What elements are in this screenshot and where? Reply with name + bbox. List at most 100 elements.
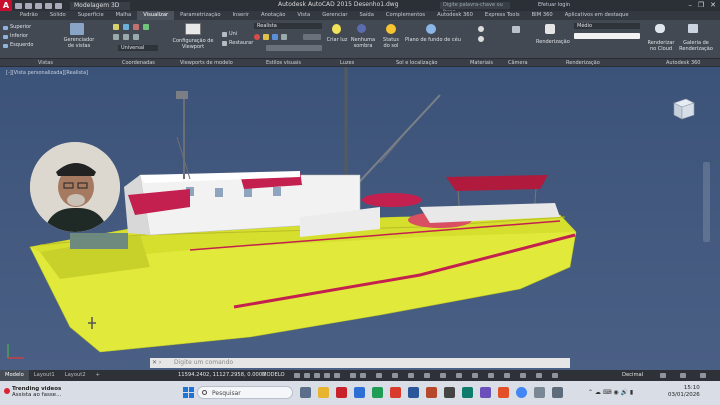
- recorder-icon[interactable]: [390, 387, 401, 398]
- edge-icon[interactable]: [354, 387, 365, 398]
- tab-vista[interactable]: Vista: [291, 11, 316, 20]
- tab-aplicativos-em-destaque[interactable]: Aplicativos em destaque: [559, 11, 635, 20]
- store-icon[interactable]: [552, 387, 563, 398]
- annotation-visibility-icon[interactable]: [488, 373, 494, 378]
- render-preset-field[interactable]: [574, 33, 640, 39]
- taskbar-search-input[interactable]: Pesquisar: [197, 386, 293, 399]
- powerpoint-icon[interactable]: [426, 387, 437, 398]
- view-top-item[interactable]: Superior: [10, 24, 31, 30]
- restore-viewport-button[interactable]: Restaurar: [229, 40, 253, 46]
- ship-model[interactable]: [0, 67, 720, 370]
- workspace-dropdown[interactable]: Modelagem 3D: [70, 1, 130, 10]
- cloud-icon[interactable]: [655, 24, 665, 33]
- sun-status-button[interactable]: Status do sol: [380, 37, 402, 49]
- undo-icon[interactable]: [45, 2, 52, 9]
- render-quality-dropdown[interactable]: Médio: [574, 23, 640, 29]
- model-viewport[interactable]: [-][Vista personalizada][Realista] ✕ › D…: [0, 67, 720, 370]
- ucs-icon[interactable]: [113, 24, 119, 30]
- create-light-button[interactable]: Criar luz: [326, 37, 348, 43]
- new-file-icon[interactable]: [15, 2, 22, 9]
- join-viewport-button[interactable]: Uni: [229, 31, 237, 37]
- model-space-toggle[interactable]: MODELO: [262, 370, 285, 381]
- command-input[interactable]: Digite um comando: [150, 358, 570, 368]
- tab-superf-cie[interactable]: Superfície: [72, 11, 110, 20]
- tab-visualizar[interactable]: Visualizar: [137, 11, 175, 20]
- 3d-osnap-icon[interactable]: [408, 373, 414, 378]
- annotation-icon[interactable]: [440, 373, 446, 378]
- panel-label-materials[interactable]: Materiais: [470, 59, 493, 67]
- task-view-icon[interactable]: [300, 387, 311, 398]
- join-viewport-icon[interactable]: [222, 32, 227, 37]
- trending-icon[interactable]: [4, 388, 10, 394]
- save-icon[interactable]: [35, 2, 42, 9]
- viewport-config-icon[interactable]: [185, 23, 201, 35]
- tab-gerenciar[interactable]: Gerenciar: [316, 11, 353, 20]
- materials-attach-icon[interactable]: [478, 36, 484, 42]
- ucs-origin-icon[interactable]: [113, 34, 119, 40]
- tab-express-tools[interactable]: Express Tools: [479, 11, 526, 20]
- autocad-logo[interactable]: A: [0, 0, 12, 11]
- render-cloud-button[interactable]: Renderizar no Cloud: [646, 40, 676, 52]
- windows-start-icon[interactable]: [183, 387, 194, 398]
- no-shadow-button[interactable]: Nenhuma sombra: [350, 37, 376, 49]
- auto-scale-icon[interactable]: [504, 373, 510, 378]
- viewcube[interactable]: [668, 95, 698, 121]
- units-dropdown[interactable]: Decimal: [622, 370, 643, 381]
- ucs-view-icon[interactable]: [123, 34, 129, 40]
- visual-style-dropdown[interactable]: Realista: [254, 23, 322, 29]
- panel-label-sun[interactable]: Sol e localização: [396, 59, 437, 67]
- tab-padr-o[interactable]: Padrão: [14, 11, 44, 20]
- annotation-scale-icon[interactable]: [472, 373, 478, 378]
- chrome-icon[interactable]: [516, 387, 527, 398]
- panel-label-visual-styles[interactable]: Estilos visuais: [266, 59, 301, 67]
- ucs-y-icon[interactable]: [143, 24, 149, 30]
- ortho-icon[interactable]: [314, 373, 320, 378]
- browser-icon[interactable]: [498, 387, 509, 398]
- view-left-item[interactable]: Esquerdo: [10, 42, 33, 48]
- settings-icon[interactable]: [534, 387, 545, 398]
- panel-label-lights[interactable]: Luzes: [340, 59, 354, 67]
- sky-background-icon[interactable]: [426, 24, 436, 34]
- selection-cycling-icon[interactable]: [392, 373, 398, 378]
- panel-label-views[interactable]: Vistas: [38, 59, 53, 67]
- tab-autodesk-360[interactable]: Autodesk 360: [431, 11, 479, 20]
- lineweight-icon[interactable]: [360, 373, 366, 378]
- navigation-bar[interactable]: [703, 162, 710, 242]
- shadow-display-icon[interactable]: [281, 34, 287, 40]
- tab-sa-da[interactable]: Saída: [354, 11, 380, 20]
- workspace-icon[interactable]: [456, 373, 462, 378]
- camera-icon[interactable]: [512, 26, 520, 33]
- sky-background-button[interactable]: Plano de fundo de céu: [404, 37, 462, 43]
- grid-icon[interactable]: [294, 373, 300, 378]
- render-teapot-icon[interactable]: [545, 24, 555, 34]
- panel-label-coordinates[interactable]: Coordenadas: [122, 59, 155, 67]
- tab-parametriza-o[interactable]: Parametrização: [174, 11, 226, 20]
- view-manager-icon[interactable]: [70, 23, 84, 35]
- close-button[interactable]: ✕: [710, 1, 716, 9]
- maximize-button[interactable]: ❐: [698, 1, 704, 9]
- viewport-config-button[interactable]: Configuração de Viewport: [168, 38, 218, 50]
- tab-anota-o[interactable]: Anotação: [255, 11, 291, 20]
- ucs-dropdown[interactable]: Universal: [118, 45, 158, 51]
- sun-status-icon[interactable]: [386, 24, 396, 34]
- materials-browser-icon[interactable]: [478, 26, 484, 32]
- face-style-icon[interactable]: [263, 34, 269, 40]
- autocad-taskbar-icon[interactable]: [336, 387, 347, 398]
- customize-icon[interactable]: [680, 373, 686, 378]
- help-search-input[interactable]: Digite palavra-chave ou frase: [440, 2, 510, 15]
- panel-label-camera[interactable]: Câmera: [508, 59, 528, 67]
- layout-tab-0[interactable]: Modelo: [0, 370, 29, 381]
- terminal-icon[interactable]: [444, 387, 455, 398]
- clock[interactable]: 15:10 03/01/2026: [668, 385, 700, 399]
- coordinate-readout[interactable]: 11594.2402, 11127.2958, 0.0000: [178, 370, 265, 381]
- opacity-slider[interactable]: [266, 45, 322, 51]
- file-explorer-icon[interactable]: [318, 387, 329, 398]
- ucs-x-icon[interactable]: [133, 24, 139, 30]
- open-file-icon[interactable]: [25, 2, 32, 9]
- panel-label-viewports[interactable]: Viewports de modelo: [180, 59, 233, 67]
- isolate-icon[interactable]: [520, 373, 526, 378]
- media-icon[interactable]: [480, 387, 491, 398]
- login-button[interactable]: Efetuar login: [538, 2, 570, 8]
- tab-complementos[interactable]: Complementos: [380, 11, 431, 20]
- layout-tab-1[interactable]: Layout1: [29, 370, 60, 381]
